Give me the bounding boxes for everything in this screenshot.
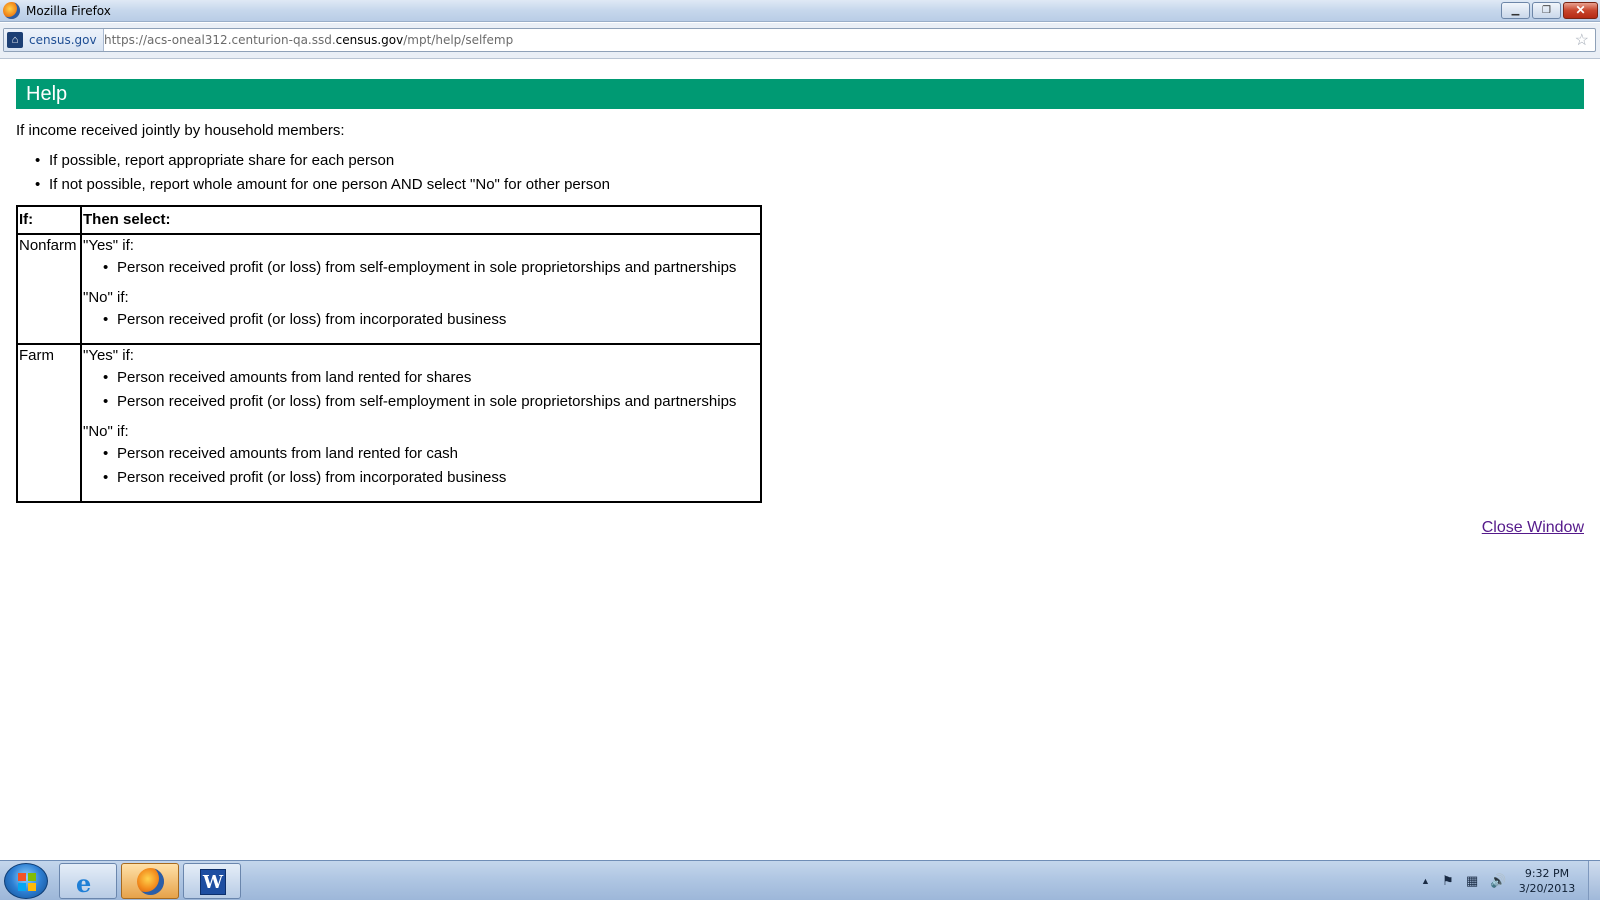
firefox-icon [137, 868, 164, 895]
close-window-button[interactable]: ✕ [1563, 2, 1598, 19]
row-label-farm: Farm [16, 343, 82, 503]
no-label: "No" if: [83, 289, 129, 306]
selection-rules-table: If: Then select: Nonfarm "Yes" if: Perso… [16, 205, 762, 503]
windows-logo-icon [18, 873, 36, 891]
action-center-flag-icon[interactable]: ⚑ [1442, 873, 1454, 889]
list-item: Person received profit (or loss) from se… [83, 393, 759, 417]
show-desktop-button[interactable] [1588, 861, 1600, 900]
minimize-button[interactable]: ▁ [1501, 2, 1530, 19]
table-row: Farm "Yes" if: Person received amounts f… [16, 343, 762, 503]
intro-list: If possible, report appropriate share fo… [16, 152, 610, 200]
list-item: Person received amounts from land rented… [83, 445, 759, 469]
yes-label: "Yes" if: [83, 347, 134, 364]
navigation-bar: ⌂ census.gov https://acs-oneal312.centur… [0, 23, 1600, 59]
start-button[interactable] [4, 863, 48, 899]
url-bar[interactable]: ⌂ census.gov https://acs-oneal312.centur… [3, 28, 1596, 52]
url-text[interactable]: https://acs-oneal312.centurion-qa.ssd.ce… [104, 33, 513, 47]
url-path: /mpt/help/selfemp [403, 33, 514, 47]
table-header-row: If: Then select: [16, 205, 762, 235]
site-identity-label: census.gov [29, 33, 97, 47]
row-label-nonfarm: Nonfarm [16, 233, 82, 345]
taskbar: e W ▲ ⚑ ▦ 🔊 9:32 PM 3/20/2013 [0, 860, 1600, 900]
firefox-logo-icon [3, 2, 20, 19]
internet-explorer-icon: e [76, 869, 92, 898]
window-title-bar[interactable]: Mozilla Firefox ▁ ❐ ✕ [0, 0, 1600, 22]
show-hidden-icons-icon[interactable]: ▲ [1421, 876, 1430, 886]
row-rules-nonfarm: "Yes" if: Person received profit (or los… [80, 233, 762, 345]
url-domain: census.gov [335, 33, 404, 47]
no-label: "No" if: [83, 423, 129, 440]
volume-icon[interactable]: 🔊 [1490, 873, 1506, 889]
system-clock[interactable]: 9:32 PM 3/20/2013 [1510, 866, 1584, 896]
list-item: Person received profit (or loss) from in… [83, 469, 759, 493]
bookmark-star-icon[interactable]: ☆ [1575, 30, 1589, 50]
network-icon[interactable]: ▦ [1466, 873, 1478, 889]
column-header-then: Then select: [80, 205, 762, 235]
column-header-if: If: [16, 205, 82, 235]
list-item: If not possible, report whole amount for… [16, 176, 610, 200]
yes-label: "Yes" if: [83, 237, 134, 254]
close-window-link[interactable]: Close Window [1482, 519, 1584, 537]
taskbar-firefox[interactable] [121, 863, 179, 899]
taskbar-word[interactable]: W [183, 863, 241, 899]
table-row: Nonfarm "Yes" if: Person received profit… [16, 233, 762, 345]
list-item: If possible, report appropriate share fo… [16, 152, 610, 176]
site-favicon-icon: ⌂ [7, 32, 23, 48]
list-item: Person received profit (or loss) from se… [83, 259, 759, 283]
site-identity-button[interactable]: ⌂ census.gov [4, 29, 104, 51]
clock-time: 9:32 PM [1524, 867, 1570, 880]
list-item: Person received amounts from land rented… [83, 369, 759, 393]
window-title: Mozilla Firefox [26, 4, 111, 18]
help-header: Help [16, 79, 1584, 109]
intro-text: If income received jointly by household … [16, 122, 345, 139]
row-rules-farm: "Yes" if: Person received amounts from l… [80, 343, 762, 503]
url-prefix: https://acs-oneal312.centurion-qa.ssd. [104, 33, 336, 47]
system-tray: ▲ ⚑ ▦ 🔊 9:32 PM 3/20/2013 [1400, 861, 1600, 900]
taskbar-internet-explorer[interactable]: e [59, 863, 117, 899]
restore-button[interactable]: ❐ [1532, 2, 1561, 19]
word-icon: W [200, 869, 226, 895]
clock-date: 3/20/2013 [1518, 882, 1576, 895]
list-item: Person received profit (or loss) from in… [83, 311, 759, 335]
